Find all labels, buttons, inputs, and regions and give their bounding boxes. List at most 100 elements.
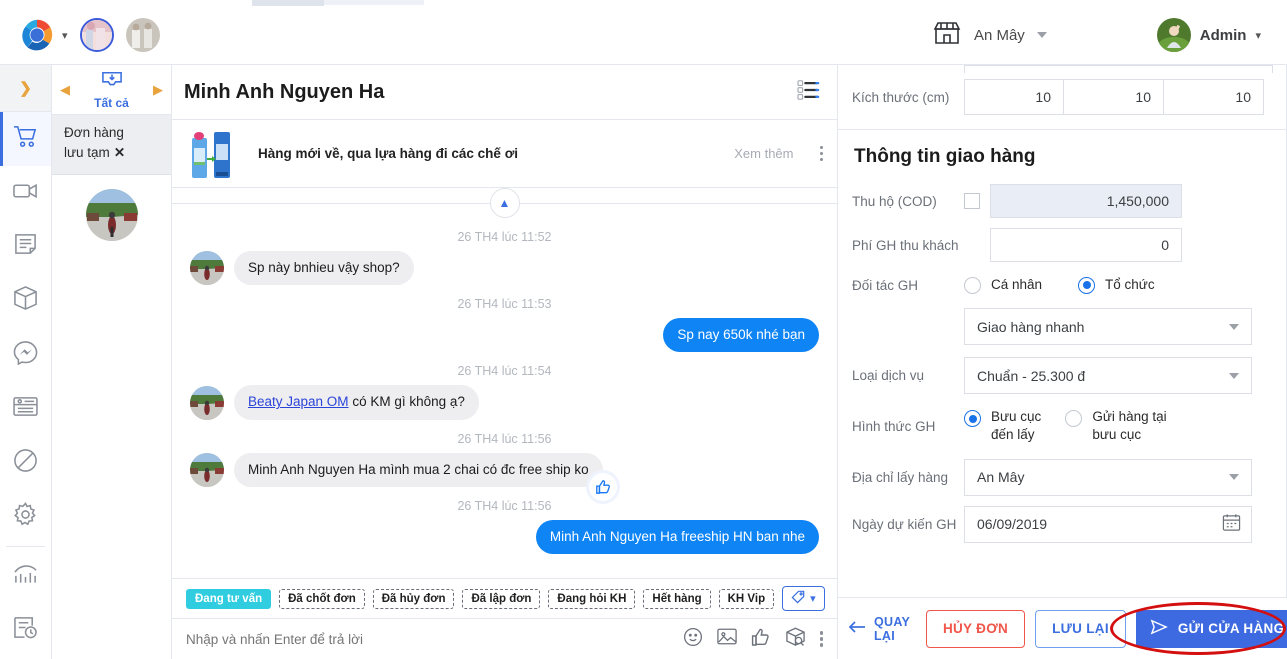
collapse-divider: ▲ [190,188,819,218]
message-text: Minh Anh Nguyen Ha mình mua 2 chai có đc… [248,462,589,477]
message-bubble[interactable]: Minh Anh Nguyen Ha freeship HN ban nhe [536,520,819,554]
ship-fee-label: Phí GH thu khách [852,238,964,253]
tag-chip[interactable]: Đã lập đơn [462,589,540,609]
message-mention-link[interactable]: Beaty Japan OM [248,394,349,409]
pinned-post[interactable]: Hàng mới về, qua lựa hàng đi các chế ơi … [172,120,837,188]
service-select[interactable]: Chuẩn - 25.300 đ [964,357,1252,394]
add-tag-button[interactable]: ▾ [782,586,825,611]
back-button-label: QUAY LẠI [874,615,910,643]
carrier-value: Giao hàng nhanh [977,319,1229,335]
sidebar-item-live[interactable] [0,166,51,220]
calendar-icon[interactable] [1222,513,1241,535]
send-to-store-button[interactable]: GỬI CỬA HÀNG ooo [1136,610,1287,648]
partner-radio-personal[interactable]: Cá nhân [964,276,1042,294]
size-width-input[interactable]: 10 [1064,79,1164,115]
ship-fee-input[interactable]: 0 [990,228,1182,262]
sidebar-item-orders[interactable] [0,112,51,166]
pickup-label: Địa chỉ lấy hàng [852,470,964,485]
thumbs-up-reaction-icon[interactable] [589,473,617,501]
message-bubble[interactable]: Beaty Japan OM có KM gì không ạ? [234,385,479,419]
chevron-up-icon[interactable]: ▲ [490,188,520,218]
chat-header: Minh Anh Nguyen Ha [172,65,837,120]
size-label: Kích thước (cm) [852,90,964,105]
partner-radio-organization[interactable]: Tổ chức [1078,276,1155,294]
expected-date-value: 06/09/2019 [977,516,1222,532]
triangle-down-icon [1229,324,1239,330]
thumbs-up-icon[interactable] [751,627,771,652]
page-avatar[interactable] [80,18,114,52]
cod-amount-input[interactable]: 1,450,000 [990,184,1182,218]
tag-chip[interactable]: Đã chốt đơn [279,589,365,609]
close-icon[interactable]: ✕ [114,145,125,160]
chart-icon [13,562,38,591]
method-radio-dropoff[interactable]: Gửi hàng tại bưu cục [1065,408,1166,444]
message-bubble[interactable]: Sp nay 650k nhé bạn [663,318,819,352]
image-icon[interactable] [717,627,737,651]
size-length-input[interactable]: 10 [964,79,1064,115]
shop-name: An Mây [974,27,1025,44]
tab-all[interactable]: Tất cả [94,70,129,110]
tag-chip[interactable]: Hết hàng [643,589,710,609]
rail-expand-button[interactable]: ❯ [0,65,51,112]
pickup-address-select[interactable]: An Mây [964,459,1252,496]
sidebar-item-posts[interactable] [0,220,51,274]
note-icon [14,233,37,261]
caret-right-icon[interactable]: ▶ [153,82,163,98]
method-radio-pickup[interactable]: Bưu cục đến lấy [964,408,1041,444]
chevron-down-icon[interactable]: ▾ [1255,29,1261,42]
chevron-down-icon[interactable]: ▾ [62,29,68,42]
tag-chip[interactable]: Đang hỏi KH [548,589,635,609]
size-height-input[interactable]: 10 [1164,79,1264,115]
conversation-filter-item[interactable]: Đơn hàng lưu tạm✕ [52,115,171,175]
emoji-icon[interactable] [683,627,703,652]
sidebar-item-statistics[interactable] [0,549,51,603]
page-avatar-secondary[interactable] [126,18,160,52]
compose-bar [172,618,837,659]
cod-checkbox[interactable] [964,193,980,209]
radio-icon [964,277,981,294]
inbox-icon [101,70,123,95]
triangle-down-icon[interactable] [1037,32,1047,38]
back-button[interactable]: QUAY LẠI [848,615,910,643]
browser-tab-inactive[interactable] [324,0,424,5]
shop-selector[interactable]: An Mây [932,20,1047,51]
compose-icons [683,627,824,652]
save-order-button[interactable]: LƯU LẠI [1035,610,1126,648]
caret-left-icon[interactable]: ◀ [60,82,70,98]
more-vertical-icon[interactable] [820,631,824,647]
cancel-order-button[interactable]: HỦY ĐƠN [926,610,1025,648]
section-divider [838,129,1287,130]
tag-chip[interactable]: KH Vip [719,589,775,609]
expected-date-input[interactable]: 06/09/2019 [964,506,1252,543]
sidebar-item-history[interactable] [0,603,51,657]
product-search-icon[interactable] [785,627,806,652]
task-list-icon[interactable] [797,79,821,106]
sidebar-item-products[interactable] [0,274,51,328]
conversation-column: ◀ Tất cả ▶ Đơn hàng lưu tạm✕ [52,65,172,659]
conversation-avatar[interactable] [86,189,138,241]
method-label: Hình thức GH [852,419,964,434]
method-option-line1: Gửi hàng tại [1092,409,1166,424]
arrow-left-icon [848,620,866,637]
tag-chip[interactable]: Đã hủy đơn [373,589,455,609]
compose-input[interactable] [186,632,669,647]
sidebar-item-messenger[interactable] [0,328,51,382]
tag-chip[interactable]: Đang tư vấn [186,589,271,609]
conversation-filter-line2: lưu tạm✕ [64,143,161,163]
more-vertical-icon[interactable] [820,146,824,162]
sidebar-item-settings[interactable] [0,490,51,544]
left-rail: ❯ [0,65,52,659]
pinned-post-more-link[interactable]: Xem thêm [734,146,793,161]
admin-menu[interactable]: Admin ▾ [1157,18,1261,52]
sidebar-item-blocked[interactable] [0,436,51,490]
brand-logo-group[interactable]: ▾ [18,16,68,54]
message-row: Minh Anh Nguyen Ha freeship HN ban nhe [190,520,819,554]
sidebar-item-customers[interactable] [0,382,51,436]
message-row: Sp nay 650k nhé bạn [190,318,819,352]
carrier-select[interactable]: Giao hàng nhanh [964,308,1252,345]
order-action-bar: QUAY LẠI HỦY ĐƠN LƯU LẠI GỬI CỬA HÀNG oo… [838,597,1287,659]
box-icon [13,286,38,316]
message-bubble[interactable]: Sp này bnhieu vậy shop? [234,251,414,285]
message-bubble[interactable]: Minh Anh Nguyen Ha mình mua 2 chai có đc… [234,453,603,487]
send-icon [1150,619,1168,638]
